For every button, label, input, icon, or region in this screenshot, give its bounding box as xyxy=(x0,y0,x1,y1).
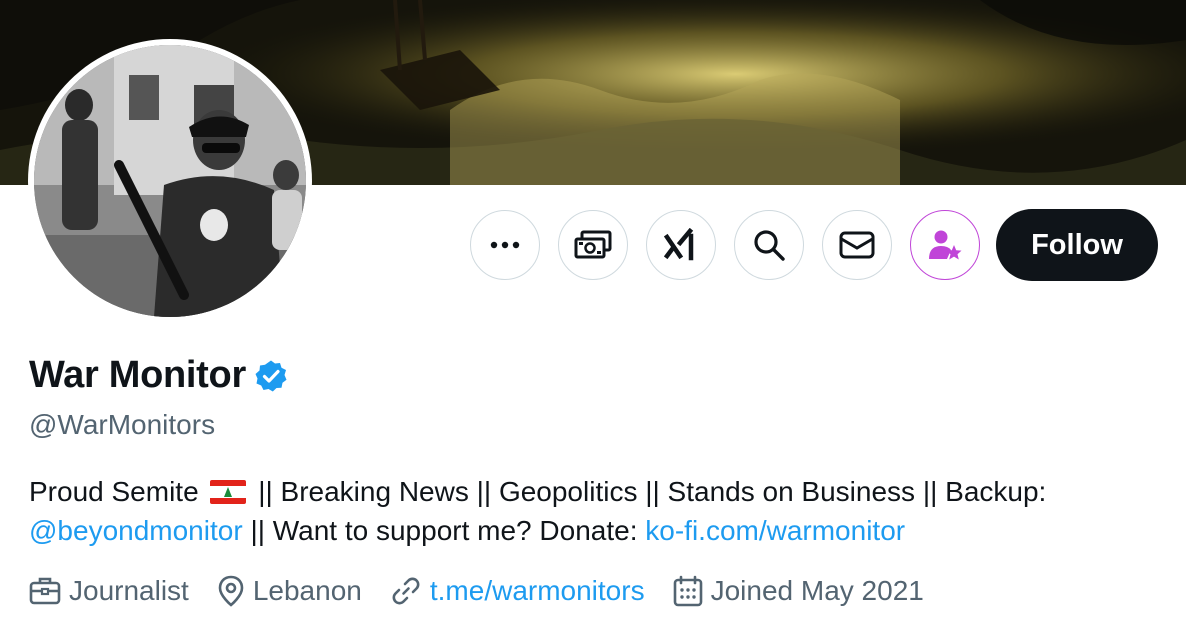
location-pin-icon xyxy=(218,575,244,607)
profession-text: Journalist xyxy=(69,575,189,606)
verified-badge-icon[interactable] xyxy=(254,359,288,393)
bio-text-1: Proud Semite xyxy=(29,476,199,507)
briefcase-icon xyxy=(29,577,61,605)
search-icon xyxy=(754,230,785,261)
money-icon xyxy=(574,230,612,259)
profile-actions: Follow xyxy=(470,209,1158,281)
grok-button[interactable] xyxy=(646,210,716,280)
link-icon xyxy=(392,577,420,605)
grok-icon xyxy=(664,228,694,261)
follow-button[interactable]: Follow xyxy=(996,209,1158,281)
bio-mention-link[interactable]: @beyondmonitor xyxy=(29,515,243,546)
subscribe-person-star-icon xyxy=(929,230,962,260)
profile-joined-date: Joined May 2021 xyxy=(673,575,924,607)
profile-avatar[interactable] xyxy=(28,39,312,323)
subscribe-button[interactable] xyxy=(910,210,980,280)
more-button[interactable] xyxy=(470,210,540,280)
tip-button[interactable] xyxy=(558,210,628,280)
joined-text: Joined May 2021 xyxy=(710,575,924,606)
profile-display-name: War Monitor xyxy=(29,354,246,396)
bio-text-3: || Want to support me? Donate: xyxy=(250,515,638,546)
profile-meta-row: Journalist Lebanon t.me/warmonitors Join… xyxy=(29,575,952,607)
location-text: Lebanon xyxy=(252,575,362,606)
message-button[interactable] xyxy=(822,210,892,280)
calendar-icon xyxy=(673,575,702,607)
envelope-icon xyxy=(839,231,875,259)
search-profile-button[interactable] xyxy=(734,210,804,280)
profile-name-row: War Monitor xyxy=(29,354,288,397)
profile-website[interactable]: t.me/warmonitors xyxy=(390,575,645,607)
lebanon-flag-icon xyxy=(210,480,247,504)
profile-handle: @WarMonitors xyxy=(29,409,216,440)
bio-donate-link[interactable]: ko-fi.com/warmonitor xyxy=(645,515,905,546)
more-dots-icon xyxy=(490,241,520,249)
profile-profession: Journalist xyxy=(29,575,189,607)
avatar-photo xyxy=(34,45,306,317)
profile-location: Lebanon xyxy=(217,575,362,607)
bio-text-2: || Breaking News || Geopolitics || Stand… xyxy=(258,476,1047,507)
profile-bio: Proud Semite || Breaking News || Geopoli… xyxy=(29,472,1159,550)
website-link[interactable]: t.me/warmonitors xyxy=(430,575,645,607)
